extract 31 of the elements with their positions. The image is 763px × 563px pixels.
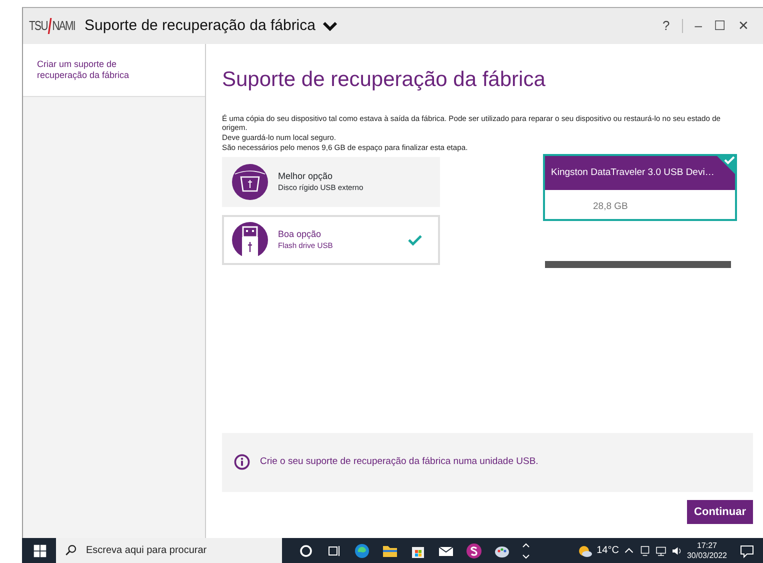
scrollbar[interactable]	[545, 261, 731, 268]
hard-drive-icon	[232, 164, 268, 200]
usb-flash-drive-icon	[232, 222, 268, 258]
page-heading: Suporte de recuperação da fábrica	[222, 67, 546, 93]
device-card[interactable]: Kingston DataTraveler 3.0 USB Devi… 28,8 GB	[543, 154, 737, 222]
checkmark-icon	[715, 154, 737, 176]
logo: TSU NAMI	[29, 17, 75, 36]
scroll-arrows-icon[interactable]	[522, 540, 530, 560]
taskbar-search-field[interactable]: Escreva aqui para procurar	[56, 538, 282, 563]
checkmark-icon	[408, 234, 422, 246]
window-title: Suporte de recuperação da fábrica	[84, 16, 316, 36]
browser-icon[interactable]	[354, 542, 370, 558]
close-button[interactable]: ✕	[732, 16, 755, 36]
info-icon	[234, 454, 250, 470]
notifications-icon[interactable]	[739, 542, 755, 558]
maximize-button[interactable]: ☐	[708, 16, 732, 36]
minimize-button[interactable]: –	[688, 16, 708, 36]
continue-button[interactable]: Continuar	[687, 500, 753, 524]
cortana-icon[interactable]	[298, 542, 314, 558]
chevron-down-icon[interactable]	[323, 21, 338, 31]
device-name: Kingston DataTraveler 3.0 USB Devi…	[545, 156, 735, 190]
help-button[interactable]: ?	[656, 16, 676, 36]
windows-start-icon[interactable]	[33, 544, 47, 558]
option-title: Melhor opção	[278, 171, 334, 183]
app-icon[interactable]	[466, 542, 482, 558]
temperature-text: 14°C	[596, 544, 619, 558]
clock-date[interactable]: 30/03/2022	[686, 550, 727, 560]
sidebar-item[interactable]: Criar um suporte de recuperação da fábrica	[23, 44, 205, 97]
info-text: Crie o seu suporte de recuperação da fábrica numa unidade USB.	[260, 454, 538, 469]
clock-time[interactable]: 17:27	[686, 541, 727, 550]
option-title: Boa opção	[278, 229, 322, 241]
